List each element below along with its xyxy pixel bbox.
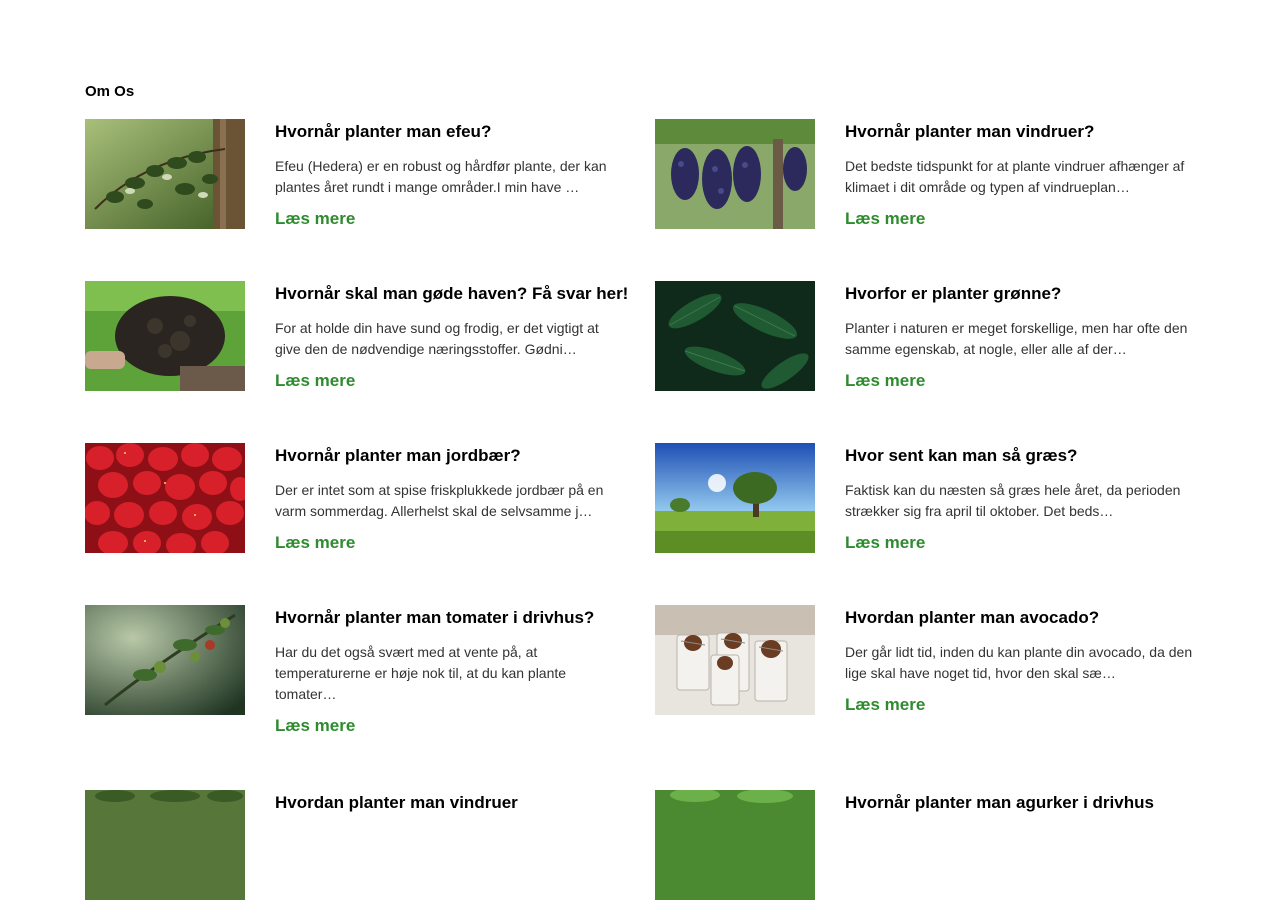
read-more-link[interactable]: Læs mere: [845, 695, 925, 715]
read-more-link[interactable]: Læs mere: [845, 371, 925, 391]
article-thumbnail-strawberries[interactable]: [85, 443, 245, 553]
lawn-tree-image: [655, 443, 815, 553]
article-body: Hvornår planter man vindruer? Det bedste…: [845, 121, 1197, 229]
article-title[interactable]: Hvordan planter man avocado?: [845, 607, 1197, 629]
read-more-link[interactable]: Læs mere: [275, 209, 355, 229]
read-more-link[interactable]: Læs mere: [275, 371, 355, 391]
strawberries-image: [85, 443, 245, 553]
article-title[interactable]: Hvordan planter man vindruer: [275, 792, 627, 814]
article-title[interactable]: Hvornår planter man tomater i drivhus?: [275, 607, 627, 629]
article-body: Hvornår planter man agurker i drivhus: [845, 792, 1197, 827]
article-thumbnail-compost[interactable]: [85, 281, 245, 391]
article-body: Hvordan planter man avocado? Der går lid…: [845, 607, 1197, 715]
read-more-link[interactable]: Læs mere: [275, 716, 355, 736]
article-title[interactable]: Hvornår planter man efeu?: [275, 121, 627, 143]
article-title[interactable]: Hvornår planter man agurker i drivhus: [845, 792, 1197, 814]
article-body: Hvor sent kan man så græs? Faktisk kan d…: [845, 445, 1197, 553]
article-thumbnail-grapevine[interactable]: [85, 790, 245, 900]
article-excerpt: Faktisk kan du næsten så græs hele året,…: [845, 482, 1181, 519]
green-leaves-image: [655, 281, 815, 391]
article-title[interactable]: Hvornår skal man gøde haven? Få svar her…: [275, 283, 628, 305]
article-body: Hvornår planter man tomater i drivhus? H…: [275, 607, 627, 736]
article-excerpt: Der går lidt tid, inden du kan plante di…: [845, 644, 1193, 681]
article-thumbnail-lawn[interactable]: [655, 443, 815, 553]
article-title[interactable]: Hvornår planter man jordbær?: [275, 445, 627, 467]
grapevine-image: [85, 790, 245, 900]
article-title[interactable]: Hvorfor er planter grønne?: [845, 283, 1197, 305]
ivy-image: [85, 119, 245, 229]
article-title[interactable]: Hvor sent kan man så græs?: [845, 445, 1197, 467]
article-excerpt: Efeu (Hedera) er en robust og hårdfør pl…: [275, 158, 607, 195]
article-excerpt: Det bedste tidspunkt for at plante vindr…: [845, 158, 1185, 195]
read-more-link[interactable]: Læs mere: [845, 533, 925, 553]
article-thumbnail-tomato[interactable]: [85, 605, 245, 715]
article-body: Hvornår planter man jordbær? Der er inte…: [275, 445, 627, 553]
article-thumbnail-ivy[interactable]: [85, 119, 245, 229]
read-more-link[interactable]: Læs mere: [275, 533, 355, 553]
article-thumbnail-grapes[interactable]: [655, 119, 815, 229]
article-thumbnail-cucumber[interactable]: [655, 790, 815, 900]
section-heading: Om Os: [85, 83, 135, 100]
read-more-link[interactable]: Læs mere: [845, 209, 925, 229]
article-body: Hvordan planter man vindruer: [275, 792, 627, 827]
article-excerpt: For at holde din have sund og frodig, er…: [275, 320, 599, 357]
article-excerpt: Planter i naturen er meget forskellige, …: [845, 320, 1188, 357]
article-thumbnail-leaves[interactable]: [655, 281, 815, 391]
article-body: Hvornår skal man gøde haven? Få svar her…: [275, 283, 628, 391]
article-body: Hvornår planter man efeu? Efeu (Hedera) …: [275, 121, 627, 229]
cucumber-leaves-image: [655, 790, 815, 900]
article-title[interactable]: Hvornår planter man vindruer?: [845, 121, 1197, 143]
compost-image: [85, 281, 245, 391]
article-body: Hvorfor er planter grønne? Planter i nat…: [845, 283, 1197, 391]
tomato-plant-image: [85, 605, 245, 715]
grapes-image: [655, 119, 815, 229]
article-excerpt: Har du det også svært med at vente på, a…: [275, 644, 567, 702]
avocado-glasses-image: [655, 605, 815, 715]
article-excerpt: Der er intet som at spise friskplukkede …: [275, 482, 604, 519]
article-thumbnail-avocado[interactable]: [655, 605, 815, 715]
